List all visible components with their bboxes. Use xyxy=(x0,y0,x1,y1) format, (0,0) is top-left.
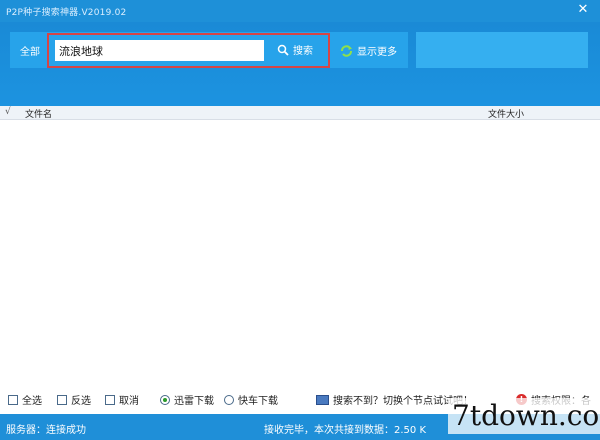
search-header: 全部 搜索 显示更多 xyxy=(0,22,600,106)
search-highlight-frame: 搜索 xyxy=(47,33,330,68)
cancel-label: 取消 xyxy=(119,396,139,407)
refresh-icon xyxy=(341,44,352,57)
search-input[interactable] xyxy=(55,40,264,61)
promo-panel xyxy=(416,32,588,68)
download-mode-flashget[interactable]: 快车下载 xyxy=(224,392,278,407)
file-list[interactable] xyxy=(0,121,600,384)
window-title: P2P种子搜索神器.V2019.02 xyxy=(6,8,127,18)
checkbox-icon xyxy=(8,394,18,405)
watermark: 7tdown.com xyxy=(448,398,600,434)
search-icon xyxy=(277,44,289,56)
radio-icon xyxy=(224,394,234,405)
download-mode-thunder[interactable]: 迅雷下载 xyxy=(160,392,214,407)
search-button-label: 搜索 xyxy=(293,46,313,57)
receive-status: 接收完毕，本次共接到数据：2.50 K xyxy=(264,425,427,436)
download-mode-label: 迅雷下载 xyxy=(174,396,214,407)
show-more-label: 显示更多 xyxy=(357,47,397,58)
select-all-checkbox[interactable]: 全选 xyxy=(8,392,42,407)
file-list-header: √ 文件名 文件大小 xyxy=(0,106,600,120)
column-file-size[interactable]: 文件大小 xyxy=(488,107,524,120)
search-panel: 全部 搜索 显示更多 xyxy=(10,32,408,68)
search-button[interactable]: 搜索 xyxy=(277,42,313,57)
column-file-name[interactable]: 文件名 xyxy=(25,107,52,120)
column-check[interactable]: √ xyxy=(5,107,11,117)
checkbox-icon xyxy=(105,394,115,405)
title-bar: P2P种子搜索神器.V2019.02 ✕ xyxy=(0,0,600,22)
invert-selection-label: 反选 xyxy=(71,396,91,407)
show-more-button[interactable]: 显示更多 xyxy=(340,43,397,58)
cancel-checkbox[interactable]: 取消 xyxy=(105,392,139,407)
download-mode-label: 快车下载 xyxy=(238,396,278,407)
invert-selection-checkbox[interactable]: 反选 xyxy=(57,392,91,407)
category-selector[interactable]: 全部 xyxy=(20,43,40,58)
checkbox-icon xyxy=(57,394,67,405)
close-button[interactable]: ✕ xyxy=(574,2,592,18)
server-status: 服务器：连接成功 xyxy=(6,425,86,436)
switch-node-icon xyxy=(316,394,329,405)
radio-selected-icon xyxy=(160,394,170,405)
select-all-label: 全选 xyxy=(22,396,42,407)
